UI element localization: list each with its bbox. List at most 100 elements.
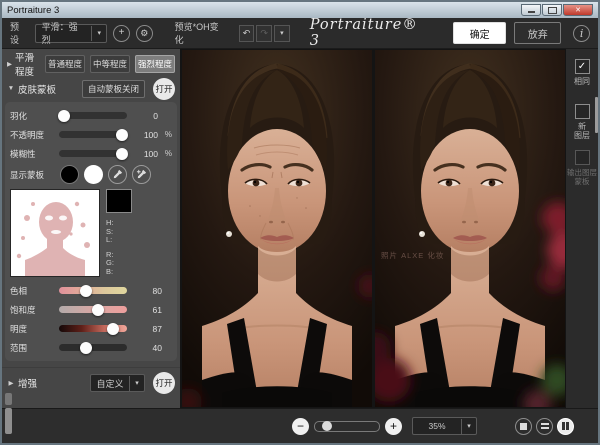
lum-readout-label: L: [106, 236, 132, 245]
plus-icon: + [119, 28, 125, 38]
mask-white-swatch[interactable] [84, 165, 103, 184]
skin-mask-panel: 羽化 0 不透明度 100 % 模糊性 100 % [5, 102, 177, 361]
zoom-slider-thumb[interactable] [322, 421, 332, 431]
zoom-out-button[interactable]: − [292, 418, 309, 435]
feather-label: 羽化 [10, 110, 55, 122]
saturation-slider[interactable] [59, 306, 127, 313]
lightness-slider[interactable] [59, 325, 127, 332]
eyedropper-add-button[interactable] [132, 165, 151, 184]
split-vertical-icon [562, 422, 565, 430]
enhance-preset-dropdown[interactable]: 自定义 ▾ [90, 374, 145, 392]
feather-slider[interactable] [59, 112, 127, 119]
range-slider-row: 范围 40 [10, 338, 172, 357]
maximize-button[interactable] [542, 4, 562, 16]
hue-slider[interactable] [59, 287, 127, 294]
titlebar: Portraiture 3 ✕ [2, 2, 598, 18]
settings-panel: ▶ 平滑程度 普通程度 中等程度 强烈程度 ▼ 皮肤蒙板 自动蒙板关闭 打开 羽… [2, 49, 180, 408]
info-button[interactable]: i [573, 25, 590, 42]
zoom-level-dropdown[interactable]: 35% ▾ [412, 417, 477, 435]
opacity-slider[interactable] [59, 131, 127, 138]
output-layer-mask-checkbox[interactable] [575, 150, 590, 165]
skin-mask-open-button[interactable]: 打开 [153, 78, 175, 100]
view-split-vertical-button[interactable] [557, 418, 574, 435]
slider-thumb[interactable] [116, 129, 128, 141]
window-resize-grip[interactable] [5, 408, 12, 434]
slider-thumb[interactable] [107, 323, 119, 335]
range-slider[interactable] [59, 344, 127, 351]
preset-dropdown[interactable]: 平滑：强烈 ▾ [35, 24, 108, 43]
fuzziness-slider[interactable] [59, 150, 127, 157]
chevron-down-icon: ▾ [91, 26, 106, 41]
ok-button[interactable]: 确定 [453, 22, 506, 44]
add-preset-button[interactable]: + [113, 25, 130, 42]
single-view-icon [520, 423, 527, 430]
discard-button[interactable]: 放弃 [514, 22, 561, 44]
preview-area: 照片 ALXE 化妆 [180, 49, 566, 408]
skin-mask-section-header[interactable]: ▼ 皮肤蒙板 自动蒙板关闭 打开 [2, 76, 180, 101]
smoothing-level-medium[interactable]: 中等程度 [90, 55, 130, 73]
preview-before[interactable] [182, 50, 372, 407]
mask-preview-row: H: S: L: R: G: B: [10, 189, 172, 277]
lightness-value: 87 [131, 324, 172, 334]
auto-mask-button[interactable]: 自动蒙板关闭 [82, 80, 145, 98]
output-same-checkbox[interactable]: ✓ [575, 59, 590, 74]
redo-button[interactable]: ↷ [256, 25, 272, 42]
redo-icon: ↷ [260, 28, 268, 39]
sampled-color-swatch [106, 189, 132, 213]
enhance-preset-value: 自定义 [91, 377, 129, 390]
undo-button[interactable]: ↶ [239, 25, 255, 42]
demo-watermark: 照片 ALXE 化妆 [381, 250, 444, 261]
lightness-slider-row: 明度 87 [10, 319, 172, 338]
smoothing-section-header[interactable]: ▶ 平滑程度 普通程度 中等程度 强烈程度 [2, 51, 180, 76]
mask-preview-thumbnail[interactable] [10, 189, 100, 277]
chevron-down-icon: ▾ [280, 29, 284, 37]
opacity-label: 不透明度 [10, 129, 55, 141]
opacity-slider-row: 不透明度 100 % [10, 125, 172, 144]
opacity-value: 100 [131, 130, 158, 140]
fuzziness-value: 100 [131, 149, 158, 159]
chevron-down-icon: ▾ [461, 419, 476, 434]
hue-value: 80 [131, 286, 172, 296]
enhance-section-header[interactable]: ▶ 增强 自定义 ▾ 打开 [2, 367, 180, 398]
plus-icon: + [390, 420, 397, 432]
saturation-label: 饱和度 [10, 304, 55, 316]
eyedropper-plus-icon [136, 169, 147, 180]
view-single-button[interactable] [515, 418, 532, 435]
zoom-in-button[interactable]: + [385, 418, 402, 435]
output-layer-mask-label: 输出图层蒙板 [567, 168, 597, 186]
mask-black-swatch[interactable] [60, 165, 79, 184]
output-new-layer-checkbox[interactable] [575, 104, 590, 119]
window-resize-grip[interactable] [5, 393, 12, 405]
top-toolbar: 预设 平滑：强烈 ▾ + ⚙ 预览*OH变化 ↶ ↷ ▾ Portraiture… [2, 18, 598, 49]
view-split-horizontal-button[interactable] [536, 418, 553, 435]
split-horizontal-icon [541, 423, 549, 430]
slider-thumb[interactable] [80, 342, 92, 354]
zoom-slider[interactable] [314, 421, 380, 432]
history-dropdown-button[interactable]: ▾ [274, 25, 290, 42]
preview-after[interactable]: 照片 ALXE 化妆 [375, 50, 565, 407]
before-image [182, 50, 372, 407]
output-new-layer-label: 新图层 [574, 122, 590, 140]
smoothing-level-strong[interactable]: 强烈程度 [135, 55, 175, 73]
slider-thumb[interactable] [80, 285, 92, 297]
minus-icon: − [297, 420, 304, 432]
lightness-label: 明度 [10, 323, 55, 335]
scrollbar-thumb[interactable] [595, 97, 598, 133]
maximize-icon [548, 7, 557, 14]
feather-slider-row: 羽化 0 [10, 106, 172, 125]
preset-label: 预设 [10, 20, 28, 46]
blue-readout-label: B: [106, 268, 132, 277]
slider-thumb[interactable] [92, 304, 104, 316]
slider-thumb[interactable] [58, 110, 70, 122]
saturation-slider-row: 饱和度 61 [10, 300, 172, 319]
smoothing-level-normal[interactable]: 普通程度 [45, 55, 85, 73]
close-button[interactable]: ✕ [563, 4, 593, 16]
minimize-button[interactable] [521, 4, 541, 16]
show-mask-label: 显示蒙板 [10, 169, 55, 181]
eyedropper-button[interactable] [108, 165, 127, 184]
enhance-open-button[interactable]: 打开 [153, 372, 175, 394]
gear-icon: ⚙ [140, 29, 148, 38]
preset-settings-button[interactable]: ⚙ [136, 25, 153, 42]
slider-thumb[interactable] [116, 148, 128, 160]
enhance-title: 增强 [18, 376, 37, 390]
